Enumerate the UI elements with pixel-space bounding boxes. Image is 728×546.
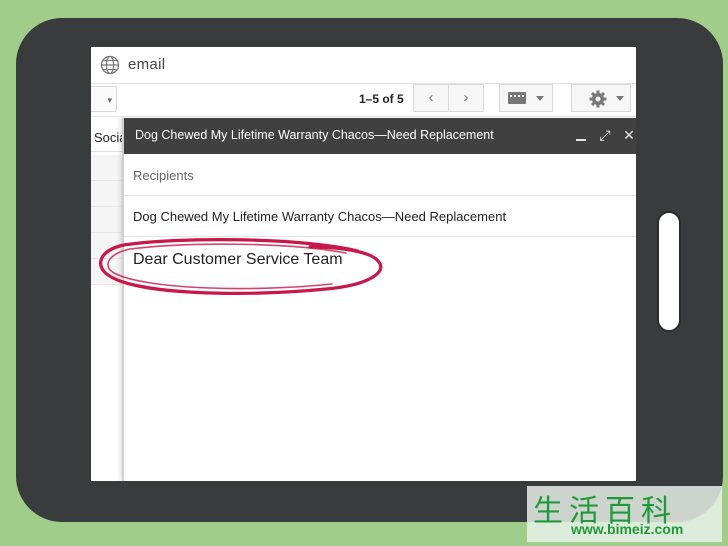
minimize-icon[interactable] (573, 127, 589, 143)
globe-icon (100, 55, 120, 75)
select-dropdown[interactable]: ▾ (91, 86, 117, 112)
home-button[interactable] (657, 211, 681, 332)
watermark-url: www.bimeiz.com (571, 521, 684, 537)
settings-button[interactable] (571, 84, 631, 112)
input-tools-button[interactable] (499, 84, 553, 112)
tablet-frame: email ▾ 1–5 of 5 ‹ › Socia Dog Chewed My… (16, 18, 723, 522)
subject-field[interactable]: Dog Chewed My Lifetime Warranty Chacos—N… (124, 196, 636, 237)
address-bar[interactable]: email (91, 47, 636, 84)
gear-icon (589, 90, 607, 108)
compose-header[interactable]: Dog Chewed My Lifetime Warranty Chacos—N… (124, 118, 636, 154)
watermark: 生活百科 www.bimeiz.com (527, 486, 722, 542)
close-icon[interactable]: ✕ (621, 127, 636, 143)
chevron-left-icon: ‹ (428, 89, 434, 106)
keyboard-icon (508, 92, 526, 104)
subject-text: Dog Chewed My Lifetime Warranty Chacos—N… (133, 209, 507, 224)
pager-count: 1–5 of 5 (359, 92, 404, 106)
next-page-button[interactable]: › (448, 84, 484, 112)
message-body[interactable] (124, 237, 636, 481)
url-text[interactable]: email (128, 56, 165, 73)
compose-window: Dog Chewed My Lifetime Warranty Chacos—N… (122, 118, 636, 481)
screen: email ▾ 1–5 of 5 ‹ › Socia Dog Chewed My… (91, 47, 636, 481)
compose-title: Dog Chewed My Lifetime Warranty Chacos—N… (135, 128, 494, 142)
chevron-right-icon: › (463, 89, 469, 106)
body-greeting: Dear Customer Service Team (133, 251, 343, 268)
chevron-down-icon (616, 96, 624, 101)
chevron-down-icon (536, 96, 544, 101)
mail-toolbar: ▾ 1–5 of 5 ‹ › (91, 84, 636, 117)
recipients-field[interactable]: Recipients (124, 155, 636, 196)
recipients-placeholder: Recipients (133, 168, 194, 183)
prev-page-button[interactable]: ‹ (413, 84, 449, 112)
expand-icon[interactable]: ⤢ (597, 127, 613, 143)
